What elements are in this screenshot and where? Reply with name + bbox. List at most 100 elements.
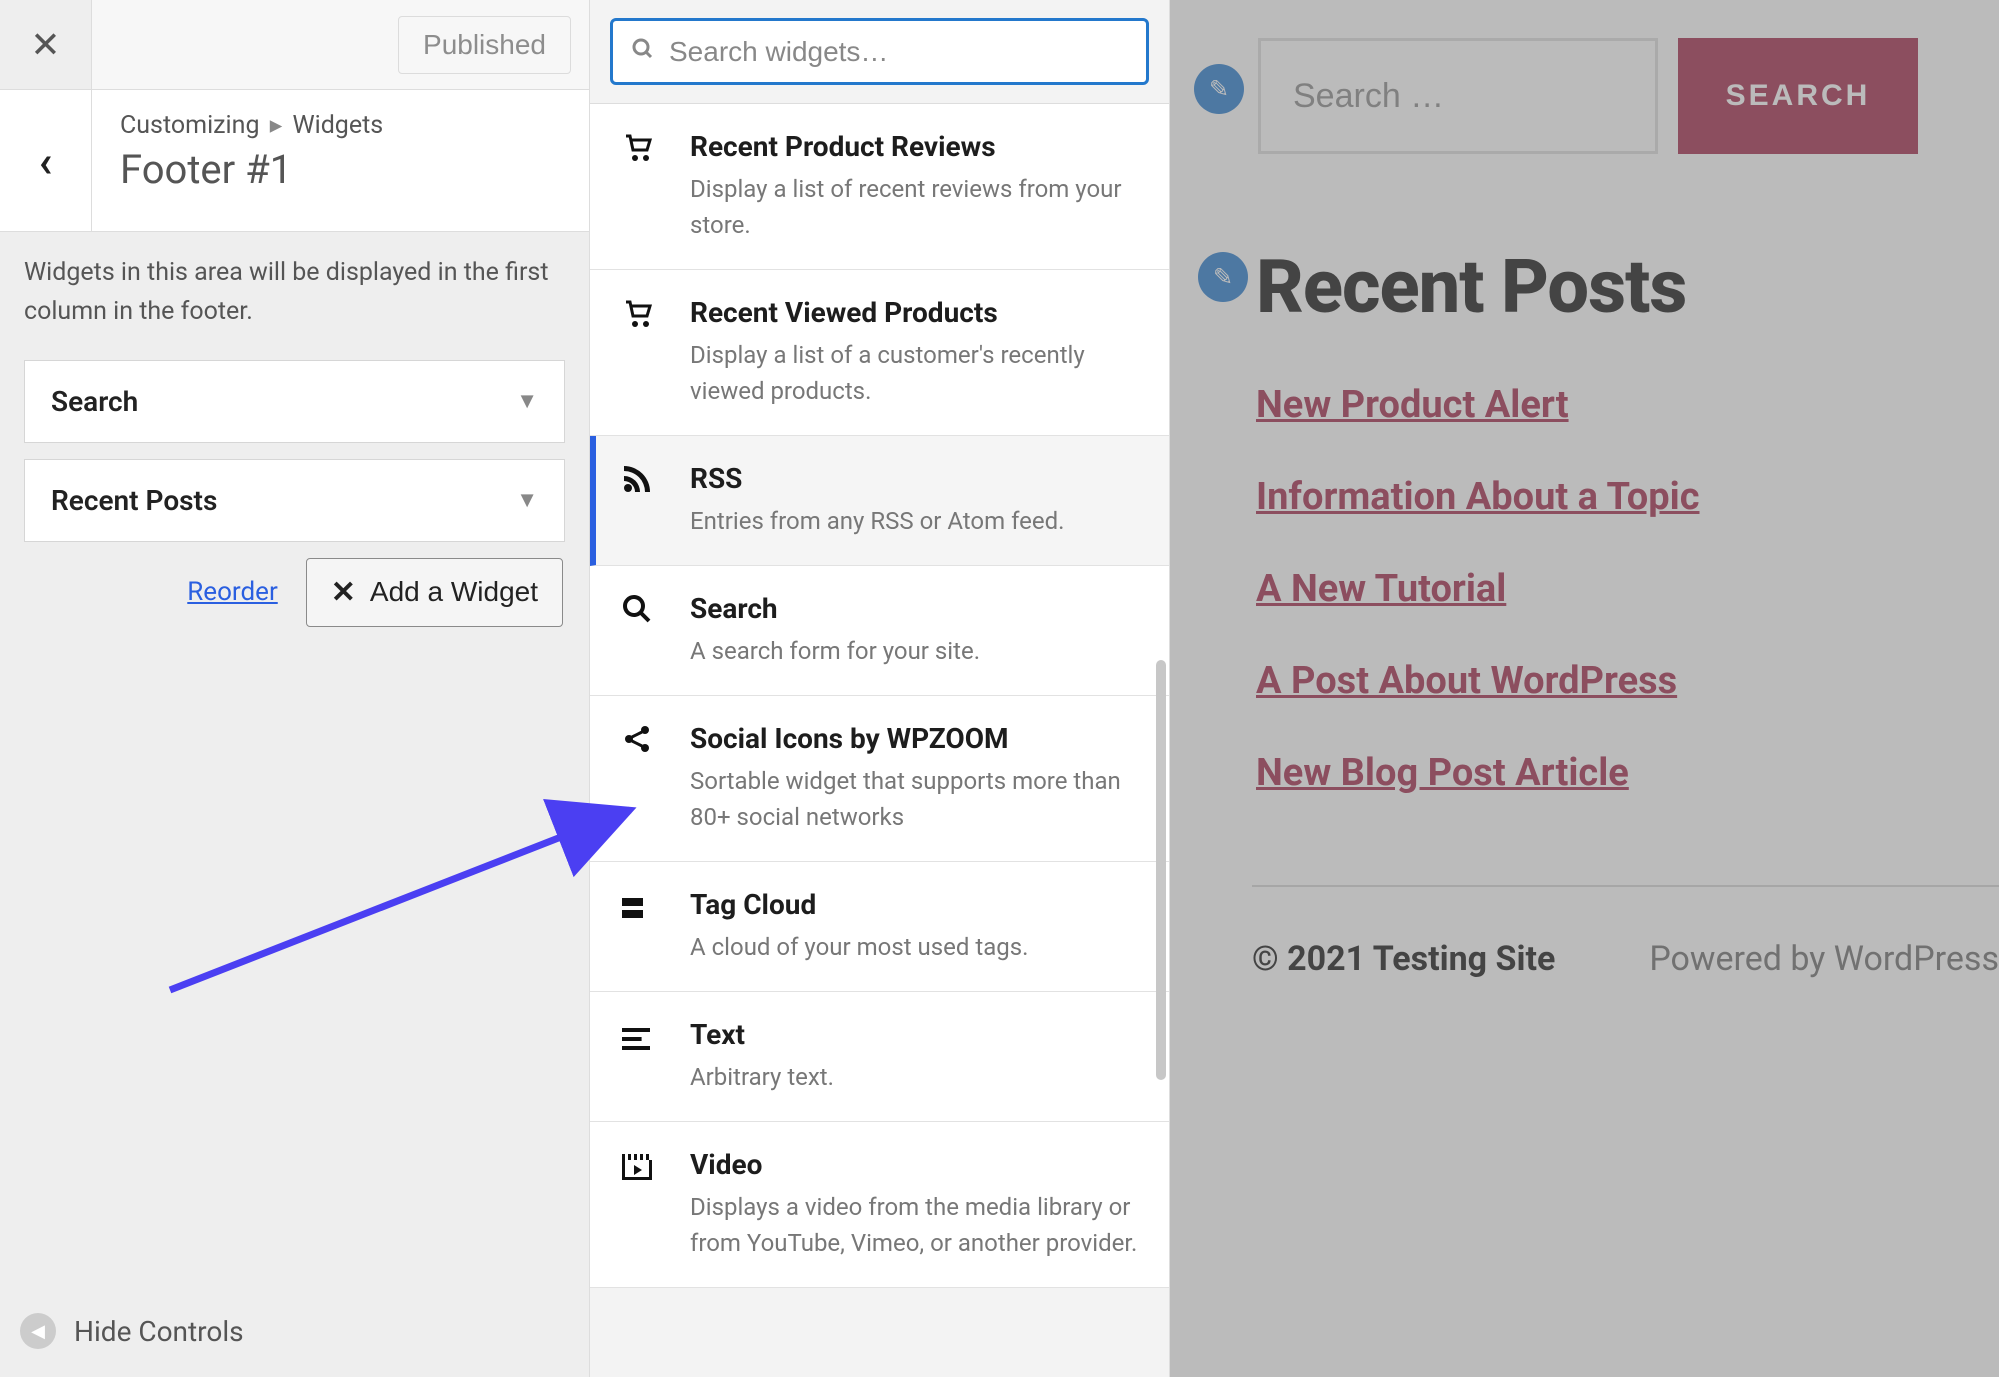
preview-search-widget: ✎ SEARCH bbox=[1212, 38, 1999, 154]
tag-icon bbox=[622, 888, 662, 965]
panel-actions: Reorder ✕ Add a Widget bbox=[24, 558, 565, 627]
video-icon bbox=[622, 1148, 662, 1261]
widget-slot-recent-posts[interactable]: Recent Posts ▼ bbox=[24, 459, 565, 542]
back-button[interactable]: ‹ bbox=[0, 90, 92, 231]
scrollbar-track bbox=[1156, 140, 1166, 1377]
widget-option-desc: Arbitrary text. bbox=[690, 1059, 1139, 1095]
hide-controls-label: Hide Controls bbox=[74, 1315, 244, 1348]
chevron-right-icon: ▸ bbox=[270, 111, 283, 140]
recent-post-link[interactable]: A Post About WordPress bbox=[1256, 659, 1999, 703]
widget-option[interactable]: Text Arbitrary text. bbox=[590, 992, 1169, 1122]
widget-search-wrap bbox=[590, 0, 1169, 104]
footer-copyright: © 2021 Testing Site bbox=[1252, 939, 1555, 979]
widget-option-text: Search A search form for your site. bbox=[690, 592, 1139, 669]
chevron-down-icon: ▼ bbox=[516, 388, 538, 414]
widget-slot-label: Search bbox=[51, 385, 138, 418]
recent-post-link[interactable]: A New Tutorial bbox=[1256, 567, 1999, 611]
widget-option-text: Recent Product Reviews Display a list of … bbox=[690, 130, 1139, 243]
site-preview: ✎ SEARCH ✎ Recent Posts New Product Aler… bbox=[1170, 0, 1999, 1377]
edit-shortcut-button[interactable]: ✎ bbox=[1198, 252, 1248, 302]
widget-option-title: Social Icons by WPZOOM bbox=[690, 722, 1139, 755]
chevron-left-icon: ‹ bbox=[39, 135, 53, 187]
share-icon bbox=[622, 722, 662, 835]
page-title: Footer #1 bbox=[120, 146, 561, 193]
widget-option[interactable]: RSS Entries from any RSS or Atom feed. bbox=[590, 436, 1169, 566]
widget-option[interactable]: Tag Cloud A cloud of your most used tags. bbox=[590, 862, 1169, 992]
widget-option-text: Social Icons by WPZOOM Sortable widget th… bbox=[690, 722, 1139, 835]
triangle-left-icon: ◀ bbox=[20, 1313, 56, 1349]
widget-option-title: Recent Viewed Products bbox=[690, 296, 1139, 329]
widget-option-desc: Display a list of a customer's recently … bbox=[690, 337, 1139, 409]
lines-icon bbox=[622, 1018, 662, 1095]
section-header: ‹ Customizing ▸ Widgets Footer #1 bbox=[0, 90, 589, 232]
panel-description: Widgets in this area will be displayed i… bbox=[24, 254, 565, 332]
chevron-down-icon: ▼ bbox=[516, 487, 538, 513]
widget-slot-search[interactable]: Search ▼ bbox=[24, 360, 565, 443]
pencil-icon: ✎ bbox=[1209, 75, 1229, 103]
widget-option[interactable]: Search A search form for your site. bbox=[590, 566, 1169, 696]
close-icon: ✕ bbox=[30, 24, 60, 66]
reorder-link[interactable]: Reorder bbox=[187, 577, 277, 607]
edit-shortcut-button[interactable]: ✎ bbox=[1194, 64, 1244, 114]
widget-option-title: Recent Product Reviews bbox=[690, 130, 1139, 163]
widget-option-title: Tag Cloud bbox=[690, 888, 1139, 921]
preview-inner: ✎ SEARCH ✎ Recent Posts New Product Aler… bbox=[1170, 0, 1999, 979]
recent-posts-list: New Product Alert Information About a Top… bbox=[1256, 383, 1999, 795]
search-icon bbox=[622, 592, 662, 669]
pencil-icon: ✎ bbox=[1213, 263, 1233, 291]
widget-option[interactable]: Recent Viewed Products Display a list of … bbox=[590, 270, 1169, 436]
widget-option-desc: A search form for your site. bbox=[690, 633, 1139, 669]
customizer-top-bar: ✕ Published bbox=[0, 0, 589, 90]
widget-option-desc: A cloud of your most used tags. bbox=[690, 929, 1139, 965]
preview-search-input[interactable] bbox=[1258, 38, 1658, 154]
recent-post-link[interactable]: New Blog Post Article bbox=[1256, 751, 1999, 795]
footer-divider bbox=[1252, 885, 1999, 887]
section-header-text: Customizing ▸ Widgets Footer #1 bbox=[92, 90, 589, 231]
widget-option-desc: Displays a video from the media library … bbox=[690, 1189, 1139, 1261]
widget-option[interactable]: Recent Product Reviews Display a list of … bbox=[590, 104, 1169, 270]
recent-post-link[interactable]: New Product Alert bbox=[1256, 383, 1999, 427]
rss-icon bbox=[622, 462, 662, 539]
widget-option-title: RSS bbox=[690, 462, 1139, 495]
widget-option-text: Tag Cloud A cloud of your most used tags. bbox=[690, 888, 1139, 965]
widget-option-desc: Display a list of recent reviews from yo… bbox=[690, 171, 1139, 243]
widget-picker-panel: Recent Product Reviews Display a list of … bbox=[590, 0, 1170, 1377]
breadcrumb-parent: Widgets bbox=[292, 111, 383, 140]
add-widget-label: Add a Widget bbox=[370, 576, 538, 608]
preview-search-button[interactable]: SEARCH bbox=[1678, 38, 1918, 154]
panel-body: Widgets in this area will be displayed i… bbox=[0, 232, 589, 627]
breadcrumb: Customizing ▸ Widgets bbox=[120, 110, 561, 140]
close-customizer-button[interactable]: ✕ bbox=[0, 0, 92, 89]
widget-option-title: Search bbox=[690, 592, 1139, 625]
widget-option[interactable]: Social Icons by WPZOOM Sortable widget th… bbox=[590, 696, 1169, 862]
recent-post-link[interactable]: Information About a Topic bbox=[1256, 475, 1999, 519]
search-icon bbox=[631, 35, 655, 68]
add-widget-button[interactable]: ✕ Add a Widget bbox=[306, 558, 563, 627]
widget-option-text: RSS Entries from any RSS or Atom feed. bbox=[690, 462, 1139, 539]
breadcrumb-root: Customizing bbox=[120, 111, 259, 140]
cart-icon bbox=[622, 296, 662, 409]
widget-option-title: Text bbox=[690, 1018, 1139, 1051]
footer-powered-by: Powered by WordPress bbox=[1649, 939, 1999, 979]
widget-option-text: Video Displays a video from the media lib… bbox=[690, 1148, 1139, 1261]
widget-search-input[interactable] bbox=[669, 36, 1128, 68]
cart-icon bbox=[622, 130, 662, 243]
published-button[interactable]: Published bbox=[398, 16, 571, 74]
preview-recent-posts-widget: ✎ Recent Posts New Product Alert Informat… bbox=[1216, 244, 1999, 795]
widget-option-text: Recent Viewed Products Display a list of … bbox=[690, 296, 1139, 409]
widget-slot-label: Recent Posts bbox=[51, 484, 217, 517]
widget-option-text: Text Arbitrary text. bbox=[690, 1018, 1139, 1095]
footer-credits: © 2021 Testing Site Powered by WordPress bbox=[1252, 939, 1999, 979]
widget-option-desc: Sortable widget that supports more than … bbox=[690, 763, 1139, 835]
widget-option[interactable]: Video Displays a video from the media lib… bbox=[590, 1122, 1169, 1288]
hide-controls-button[interactable]: ◀ Hide Controls bbox=[20, 1313, 244, 1349]
customizer-panel: ✕ Published ‹ Customizing ▸ Widgets Foot… bbox=[0, 0, 590, 1377]
scrollbar-thumb[interactable] bbox=[1156, 660, 1166, 1080]
widget-list[interactable]: Recent Product Reviews Display a list of … bbox=[590, 104, 1169, 1377]
widget-search-box[interactable] bbox=[610, 18, 1149, 85]
widget-option-title: Video bbox=[690, 1148, 1139, 1181]
widget-option-desc: Entries from any RSS or Atom feed. bbox=[690, 503, 1139, 539]
close-icon: ✕ bbox=[331, 575, 356, 610]
recent-posts-heading: Recent Posts bbox=[1256, 244, 1999, 331]
publish-area: Published bbox=[92, 0, 589, 89]
